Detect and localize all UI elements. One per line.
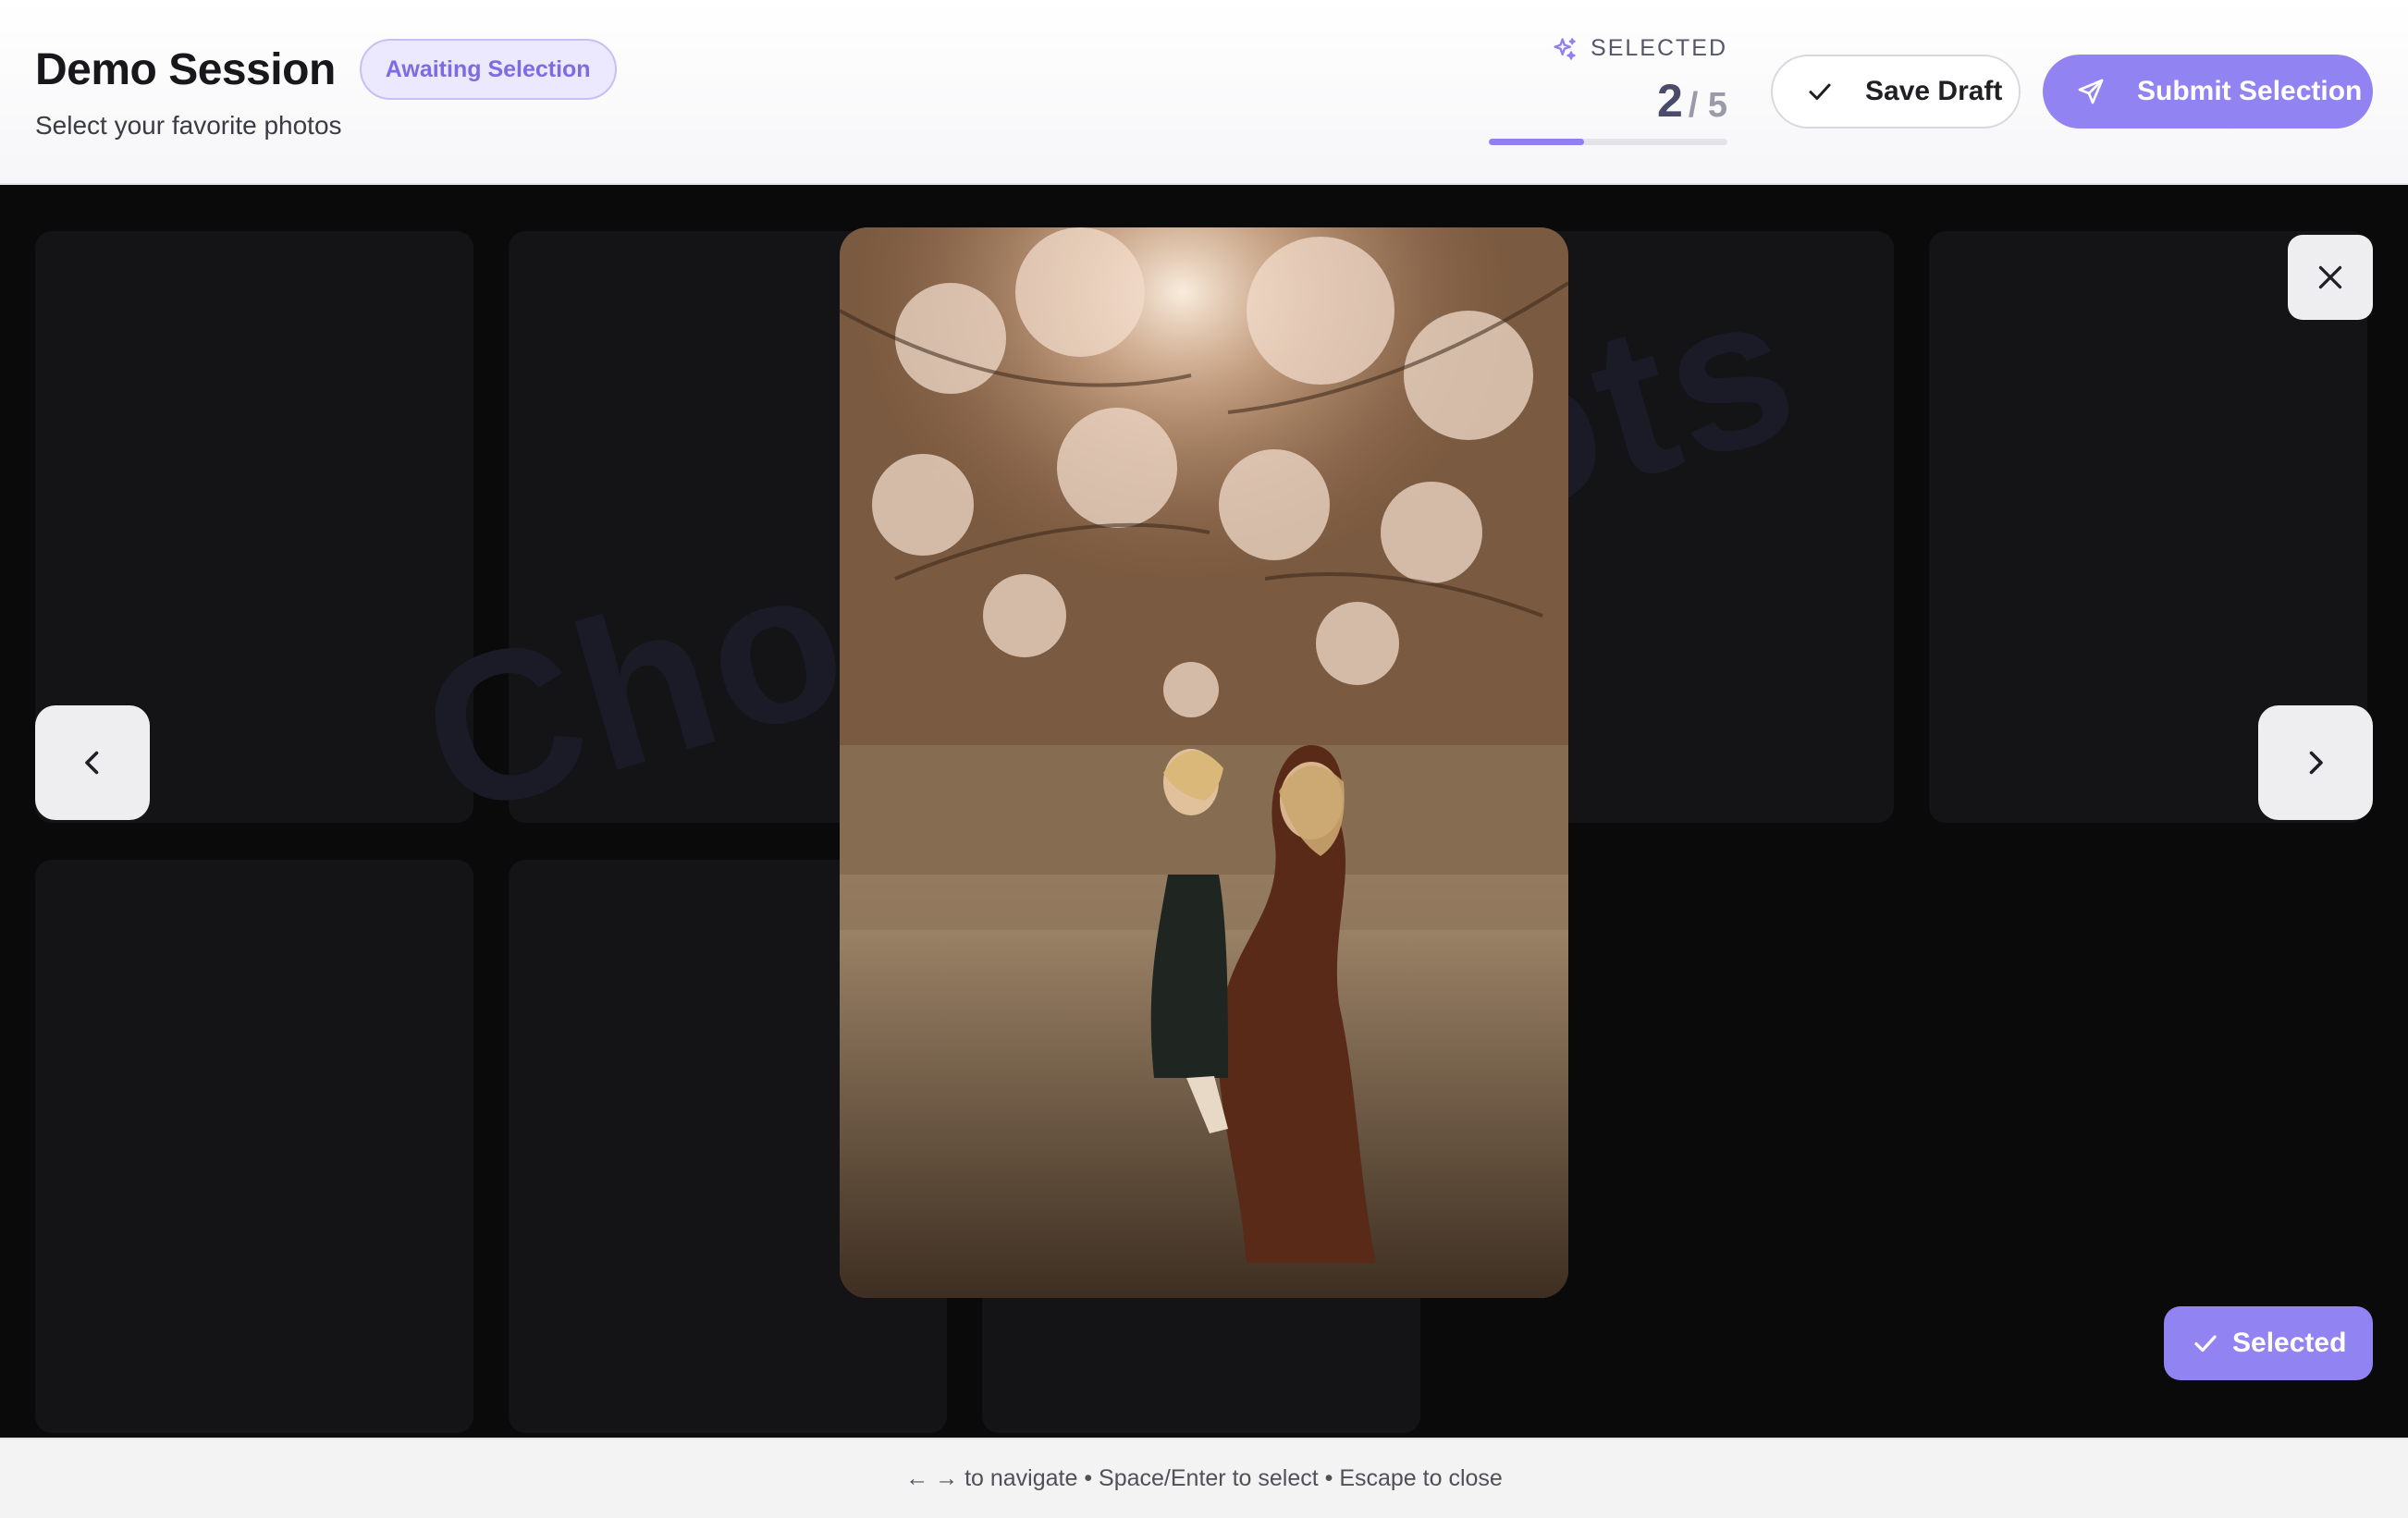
selected-label: Selected xyxy=(2232,1328,2347,1358)
chevron-right-icon xyxy=(2309,751,2323,775)
close-icon xyxy=(2318,265,2342,289)
submit-selection-button[interactable]: Submit Selection xyxy=(2043,55,2373,129)
send-icon xyxy=(2078,79,2104,104)
photo-lightbox: ChooseShots xyxy=(0,185,2408,1438)
selected-count: 2 xyxy=(1656,75,1683,127)
selection-label: SELECTED xyxy=(1591,35,1727,61)
sparkle-icon xyxy=(1554,37,1576,60)
selection-total: / 5 xyxy=(1688,86,1727,125)
submit-selection-label: Submit Selection xyxy=(2137,76,2363,106)
toggle-selected-button[interactable]: Selected xyxy=(2164,1306,2373,1380)
check-icon xyxy=(1809,83,1831,100)
title-row: Demo Session Awaiting Selection xyxy=(35,39,617,100)
chevron-left-icon xyxy=(85,751,99,775)
page-subtitle: Select your favorite photos xyxy=(35,111,342,140)
selection-progress-bar xyxy=(1489,139,1727,145)
next-photo-button[interactable] xyxy=(2258,705,2373,820)
selection-progress-fill xyxy=(1489,139,1585,145)
page-title: Demo Session xyxy=(35,44,336,94)
save-draft-button[interactable]: Save Draft xyxy=(1771,55,2021,129)
keyboard-hint: ← → to navigate • Space/Enter to select … xyxy=(905,1465,1503,1491)
previous-photo-button[interactable] xyxy=(35,705,150,820)
selection-counter: SELECTED 2 / 5 xyxy=(1489,35,1727,146)
save-draft-label: Save Draft xyxy=(1865,76,2003,106)
gallery-thumbnail xyxy=(35,860,473,1433)
check-icon xyxy=(2194,1335,2217,1353)
photo-illustration xyxy=(840,227,1568,1298)
top-bar: Demo Session Awaiting Selection Select y… xyxy=(0,0,2408,185)
close-lightbox-button[interactable] xyxy=(2288,235,2373,320)
lightbox-photo xyxy=(840,227,1568,1298)
status-badge: Awaiting Selection xyxy=(359,39,617,100)
keyboard-hint-bar: ← → to navigate • Space/Enter to select … xyxy=(0,1438,2408,1518)
